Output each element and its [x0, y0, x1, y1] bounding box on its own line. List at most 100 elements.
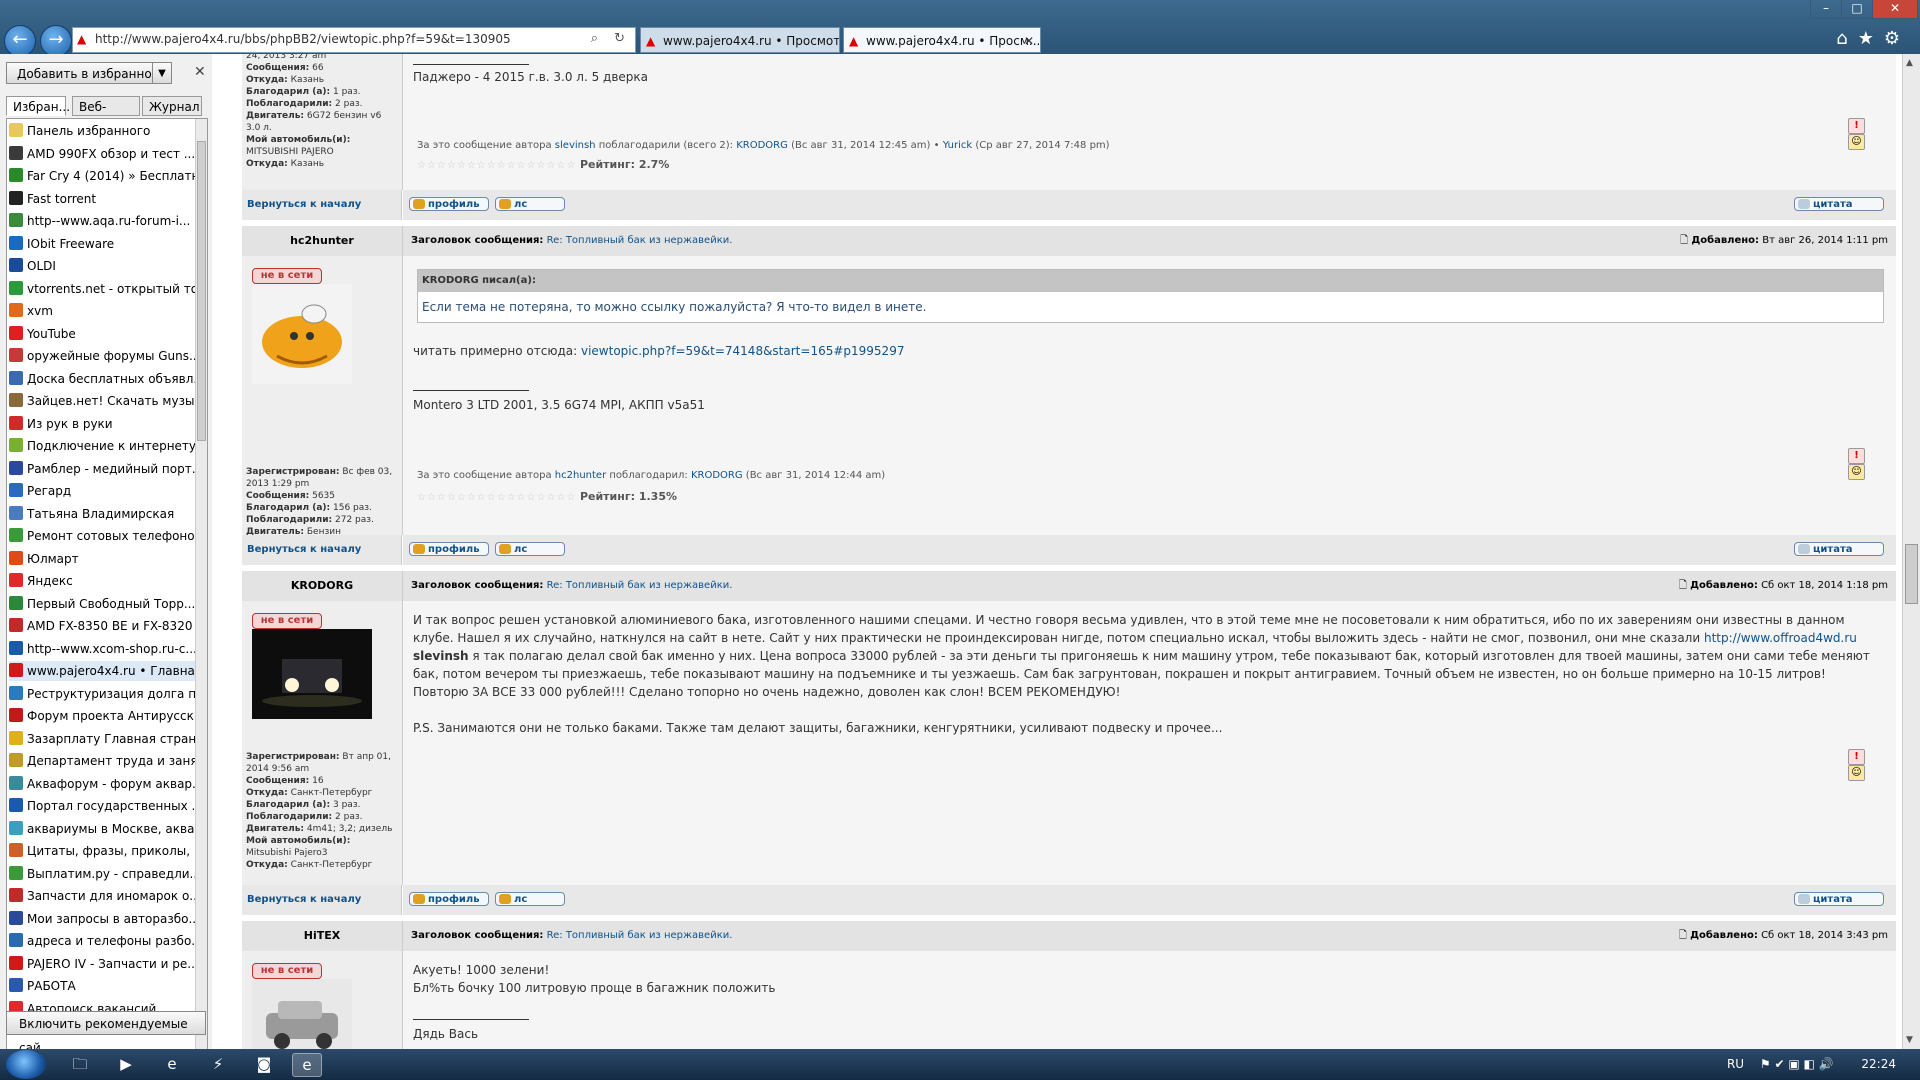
ie-icon[interactable]: e	[158, 1053, 186, 1075]
quote-button[interactable]: цитата	[1794, 892, 1884, 906]
enable-suggested-sites-button[interactable]: Включить рекомендуемые сай...	[6, 1011, 206, 1055]
post-subject-link[interactable]: Re: Топливный бак из нержавейки.	[547, 235, 733, 246]
post-author-name[interactable]: hc2hunter	[242, 226, 403, 256]
favorite-item[interactable]: Форум проекта Антирусск...	[9, 706, 195, 726]
favorite-item[interactable]: Far Cry 4 (2014) » Бесплатн...	[9, 166, 195, 186]
maximize-button[interactable]: □	[1841, 0, 1873, 19]
pm-button[interactable]: лс	[495, 892, 565, 906]
report-icon[interactable]: !	[1848, 118, 1865, 134]
address-bar[interactable]: ▲ http://www.pajero4x4.ru/bbs/phpBB2/vie…	[72, 27, 636, 53]
back-to-top-link[interactable]: Вернуться к началу	[242, 190, 402, 220]
favorite-item[interactable]: Регард	[9, 481, 195, 501]
sidebar-scrollbar[interactable]	[195, 119, 207, 1057]
profile-button[interactable]: профиль	[409, 197, 489, 211]
favorite-item[interactable]: адреса и телефоны разбо...	[9, 931, 195, 951]
favorite-item[interactable]: Подключение к интернету...	[9, 436, 195, 456]
thank-icon[interactable]: ☺	[1848, 765, 1865, 781]
page-scrollbar[interactable]: ▲ ▼	[1902, 54, 1920, 1049]
start-button[interactable]	[6, 1050, 46, 1079]
tab-history[interactable]: Журнал	[142, 96, 202, 116]
favorite-item[interactable]: Fast torrent	[9, 189, 195, 209]
favorite-item[interactable]: PAJERO IV - Запчасти и ре...	[9, 954, 195, 974]
favorite-item[interactable]: Панель избранного	[9, 121, 195, 141]
profile-button[interactable]: профиль	[409, 892, 489, 906]
pm-button[interactable]: лс	[495, 542, 565, 556]
favorite-item[interactable]: www.pajero4x4.ru • Главна...	[9, 661, 195, 681]
favorite-item[interactable]: Рамблер - медийный порт...	[9, 459, 195, 479]
media-player-icon[interactable]: ▶	[112, 1053, 140, 1075]
favorite-item[interactable]: Первый Свободный Торр...	[9, 594, 195, 614]
tab-favorites[interactable]: Избран...	[6, 96, 70, 116]
forward-button[interactable]: →	[40, 25, 72, 57]
post-subject-link[interactable]: Re: Топливный бак из нержавейки.	[547, 580, 733, 591]
profile-button[interactable]: профиль	[409, 542, 489, 556]
ie-active-icon[interactable]: e	[292, 1053, 322, 1077]
favorite-item[interactable]: оружейные форумы Guns...	[9, 346, 195, 366]
add-favorites-dropdown-icon[interactable]: ▼	[152, 62, 172, 84]
add-favorites-button[interactable]: Добавить в избранное	[6, 62, 172, 84]
favorite-item[interactable]: Выплатим.ру - справедли...	[9, 864, 195, 884]
favorite-item[interactable]: IObit Freeware	[9, 234, 195, 254]
quote-button[interactable]: цитата	[1794, 197, 1884, 211]
favorite-item[interactable]: AMD 990FX обзор и тест ...	[9, 144, 195, 164]
sidebar-scroll-thumb[interactable]	[197, 141, 206, 441]
favorite-item[interactable]: Юлмарт	[9, 549, 195, 569]
app-icon[interactable]: ⚡	[204, 1053, 232, 1075]
minimize-button[interactable]: –	[1810, 0, 1842, 19]
favorite-item[interactable]: Татьяна Владимирская	[9, 504, 195, 524]
tab-1[interactable]: ▲ www.pajero4x4.ru • Просмотр...	[640, 27, 840, 53]
game-icon[interactable]: ◙	[250, 1053, 278, 1075]
favorite-item[interactable]: Зазарплату Главная стран...	[9, 729, 195, 749]
post-author-name[interactable]: KRODORG	[242, 571, 403, 601]
favorite-item[interactable]: РАБОТА	[9, 976, 195, 996]
thanks-author-link[interactable]: hc2hunter	[555, 470, 606, 481]
favorite-item[interactable]: Реструктуризация долга п...	[9, 684, 195, 704]
favorite-item[interactable]: AMD FX-8350 BE и FX-8320 ...	[9, 616, 195, 636]
search-refresh-icon[interactable]: ⌕ ↻	[591, 31, 631, 46]
scroll-up-icon[interactable]: ▲	[1906, 58, 1913, 68]
close-tab-icon[interactable]: ✕	[1024, 28, 1034, 52]
favorite-item[interactable]: Ремонт сотовых телефоно...	[9, 526, 195, 546]
favorite-item[interactable]: Департамент труда и занят...	[9, 751, 195, 771]
explorer-icon[interactable]: 🗀	[66, 1053, 94, 1075]
favorite-item[interactable]: Портал государственных ...	[9, 796, 195, 816]
favorite-item[interactable]: Доска бесплатных объявл...	[9, 369, 195, 389]
back-to-top-link[interactable]: Вернуться к началу	[242, 885, 402, 915]
language-indicator[interactable]: RU	[1727, 1057, 1744, 1071]
thank-icon[interactable]: ☺	[1848, 134, 1865, 150]
thanks-user-link[interactable]: Yurick	[943, 140, 972, 151]
favorite-item[interactable]: Мои запросы в авторазбо...	[9, 909, 195, 929]
favorite-item[interactable]: vtorrents.net - открытый то...	[9, 279, 195, 299]
tray-icons[interactable]: ⚑ ✔ ▣ ◧ 🔊	[1760, 1057, 1834, 1071]
favorite-item[interactable]: Из рук в руки	[9, 414, 195, 434]
favorite-item[interactable]: xvm	[9, 301, 195, 321]
favorite-item[interactable]: Яндекс	[9, 571, 195, 591]
gear-icon[interactable]: ⚙	[1884, 28, 1910, 49]
topic-link[interactable]: viewtopic.php?f=59&t=74148&start=165#p19…	[581, 344, 904, 358]
favorite-item[interactable]: http--www.xcom-shop.ru-c...	[9, 639, 195, 659]
star-icon[interactable]: ★	[1858, 28, 1884, 49]
thank-icon[interactable]: ☺	[1848, 464, 1865, 480]
favorite-item[interactable]: Аквафорум - форум аквар...	[9, 774, 195, 794]
thanks-user-link[interactable]: KRODORG	[736, 140, 788, 151]
close-sidebar-icon[interactable]: ✕	[194, 64, 206, 80]
back-button[interactable]: ←	[4, 25, 36, 57]
favorite-item[interactable]: Зайцев.нет! Скачать музы...	[9, 391, 195, 411]
favorite-item[interactable]: http--www.aqa.ru-forum-i...	[9, 211, 195, 231]
post-subject-link[interactable]: Re: Топливный бак из нержавейки.	[547, 930, 733, 941]
back-to-top-link[interactable]: Вернуться к началу	[242, 535, 402, 565]
home-icon[interactable]: ⌂	[1836, 28, 1857, 49]
favorite-item[interactable]: Цитаты, фразы, приколы, ...	[9, 841, 195, 861]
external-link[interactable]: http://www.offroad4wd.ru	[1704, 631, 1857, 645]
report-icon[interactable]: !	[1848, 448, 1865, 464]
tab-feeds[interactable]: Веб-кан...	[72, 96, 140, 134]
post-author-name[interactable]: HiTEX	[242, 921, 403, 951]
thanks-user-link[interactable]: KRODORG	[691, 470, 743, 481]
scroll-down-icon[interactable]: ▼	[1906, 1035, 1913, 1045]
favorite-item[interactable]: Запчасти для иномарок о...	[9, 886, 195, 906]
favorite-item[interactable]: аквариумы в Москве, аква...	[9, 819, 195, 839]
quote-button[interactable]: цитата	[1794, 542, 1884, 556]
report-icon[interactable]: !	[1848, 749, 1865, 765]
tab-2-active[interactable]: ▲ www.pajero4x4.ru • Просм... ✕	[843, 27, 1041, 53]
favorite-item[interactable]: YouTube	[9, 324, 195, 344]
